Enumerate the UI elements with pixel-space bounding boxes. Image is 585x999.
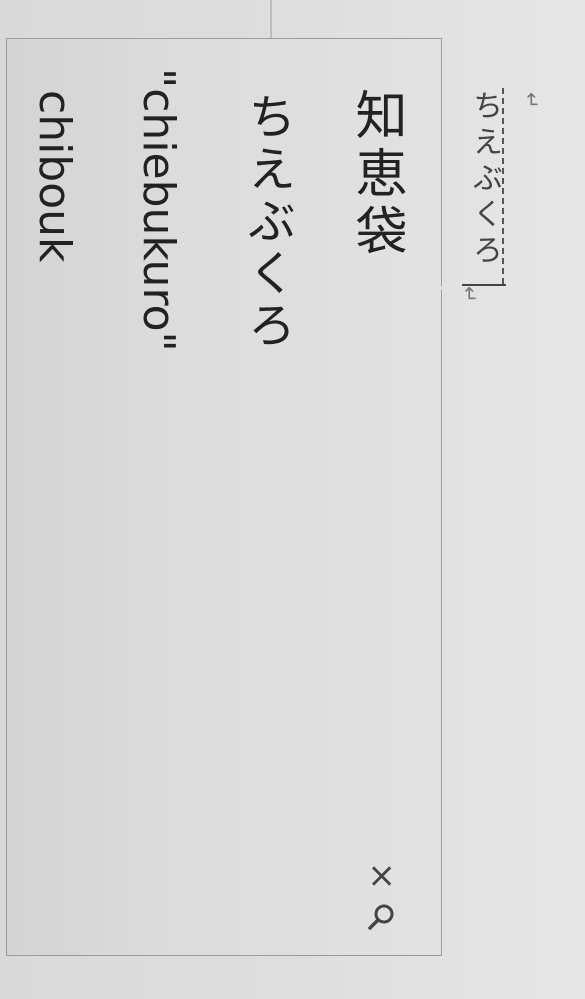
- paragraph-mark-icon: ↵: [458, 286, 482, 303]
- candidate-item-3[interactable]: "chiebukuro": [133, 68, 184, 352]
- close-icon[interactable]: ×: [362, 856, 402, 896]
- candidate-item-2[interactable]: ちえぶくろ: [239, 92, 295, 352]
- panel-border: [441, 38, 442, 286]
- panel-border: [441, 290, 442, 956]
- page-rule: [270, 0, 272, 40]
- search-icon[interactable]: [364, 900, 400, 936]
- candidate-item-1[interactable]: 知恵袋: [346, 88, 406, 262]
- composition-text: ちえぶくろ: [467, 90, 502, 270]
- paragraph-mark-icon: ↵: [520, 92, 544, 109]
- candidate-item-4[interactable]: chibouk: [29, 90, 80, 263]
